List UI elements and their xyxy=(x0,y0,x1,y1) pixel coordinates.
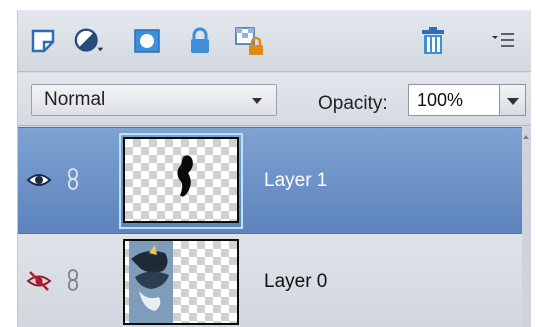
adjustment-layer-icon[interactable] xyxy=(73,24,107,58)
layers-scrollbar[interactable] xyxy=(522,127,531,327)
panel-menu-icon[interactable] xyxy=(486,24,520,58)
chevron-down-icon xyxy=(252,98,262,104)
layer-row-layer-1[interactable]: Layer 1 xyxy=(18,127,522,234)
delete-layer-icon[interactable] xyxy=(416,24,450,58)
layers-panel: Normal Opacity: 100% Layer 1 Layer 0 xyxy=(17,10,531,327)
blend-mode-dropdown[interactable]: Normal xyxy=(31,84,277,116)
blend-options-bar: Normal Opacity: 100% xyxy=(18,73,531,126)
eye-hidden-icon[interactable] xyxy=(26,270,52,291)
layer-name[interactable]: Layer 0 xyxy=(264,271,327,293)
layer-thumbnail[interactable] xyxy=(123,239,239,325)
lock-all-icon[interactable] xyxy=(183,24,217,58)
opacity-input[interactable]: 100% xyxy=(408,84,500,116)
opacity-dropdown-button[interactable] xyxy=(500,84,526,116)
blend-mode-value: Normal xyxy=(44,89,106,110)
link-icon[interactable] xyxy=(66,168,80,190)
new-layer-icon[interactable] xyxy=(26,24,60,58)
layers-toolbar xyxy=(18,10,531,72)
link-icon[interactable] xyxy=(66,269,80,291)
scroll-up-icon[interactable] xyxy=(523,135,529,139)
layer-thumbnail[interactable] xyxy=(123,137,239,223)
layer-mask-icon[interactable] xyxy=(130,24,164,58)
layer-row-layer-0[interactable]: Layer 0 xyxy=(18,234,522,327)
layer-name[interactable]: Layer 1 xyxy=(264,170,327,192)
eye-icon[interactable] xyxy=(26,170,52,190)
opacity-label: Opacity: xyxy=(318,93,388,114)
chevron-down-icon xyxy=(507,98,519,105)
lock-transparent-icon[interactable] xyxy=(233,24,267,58)
